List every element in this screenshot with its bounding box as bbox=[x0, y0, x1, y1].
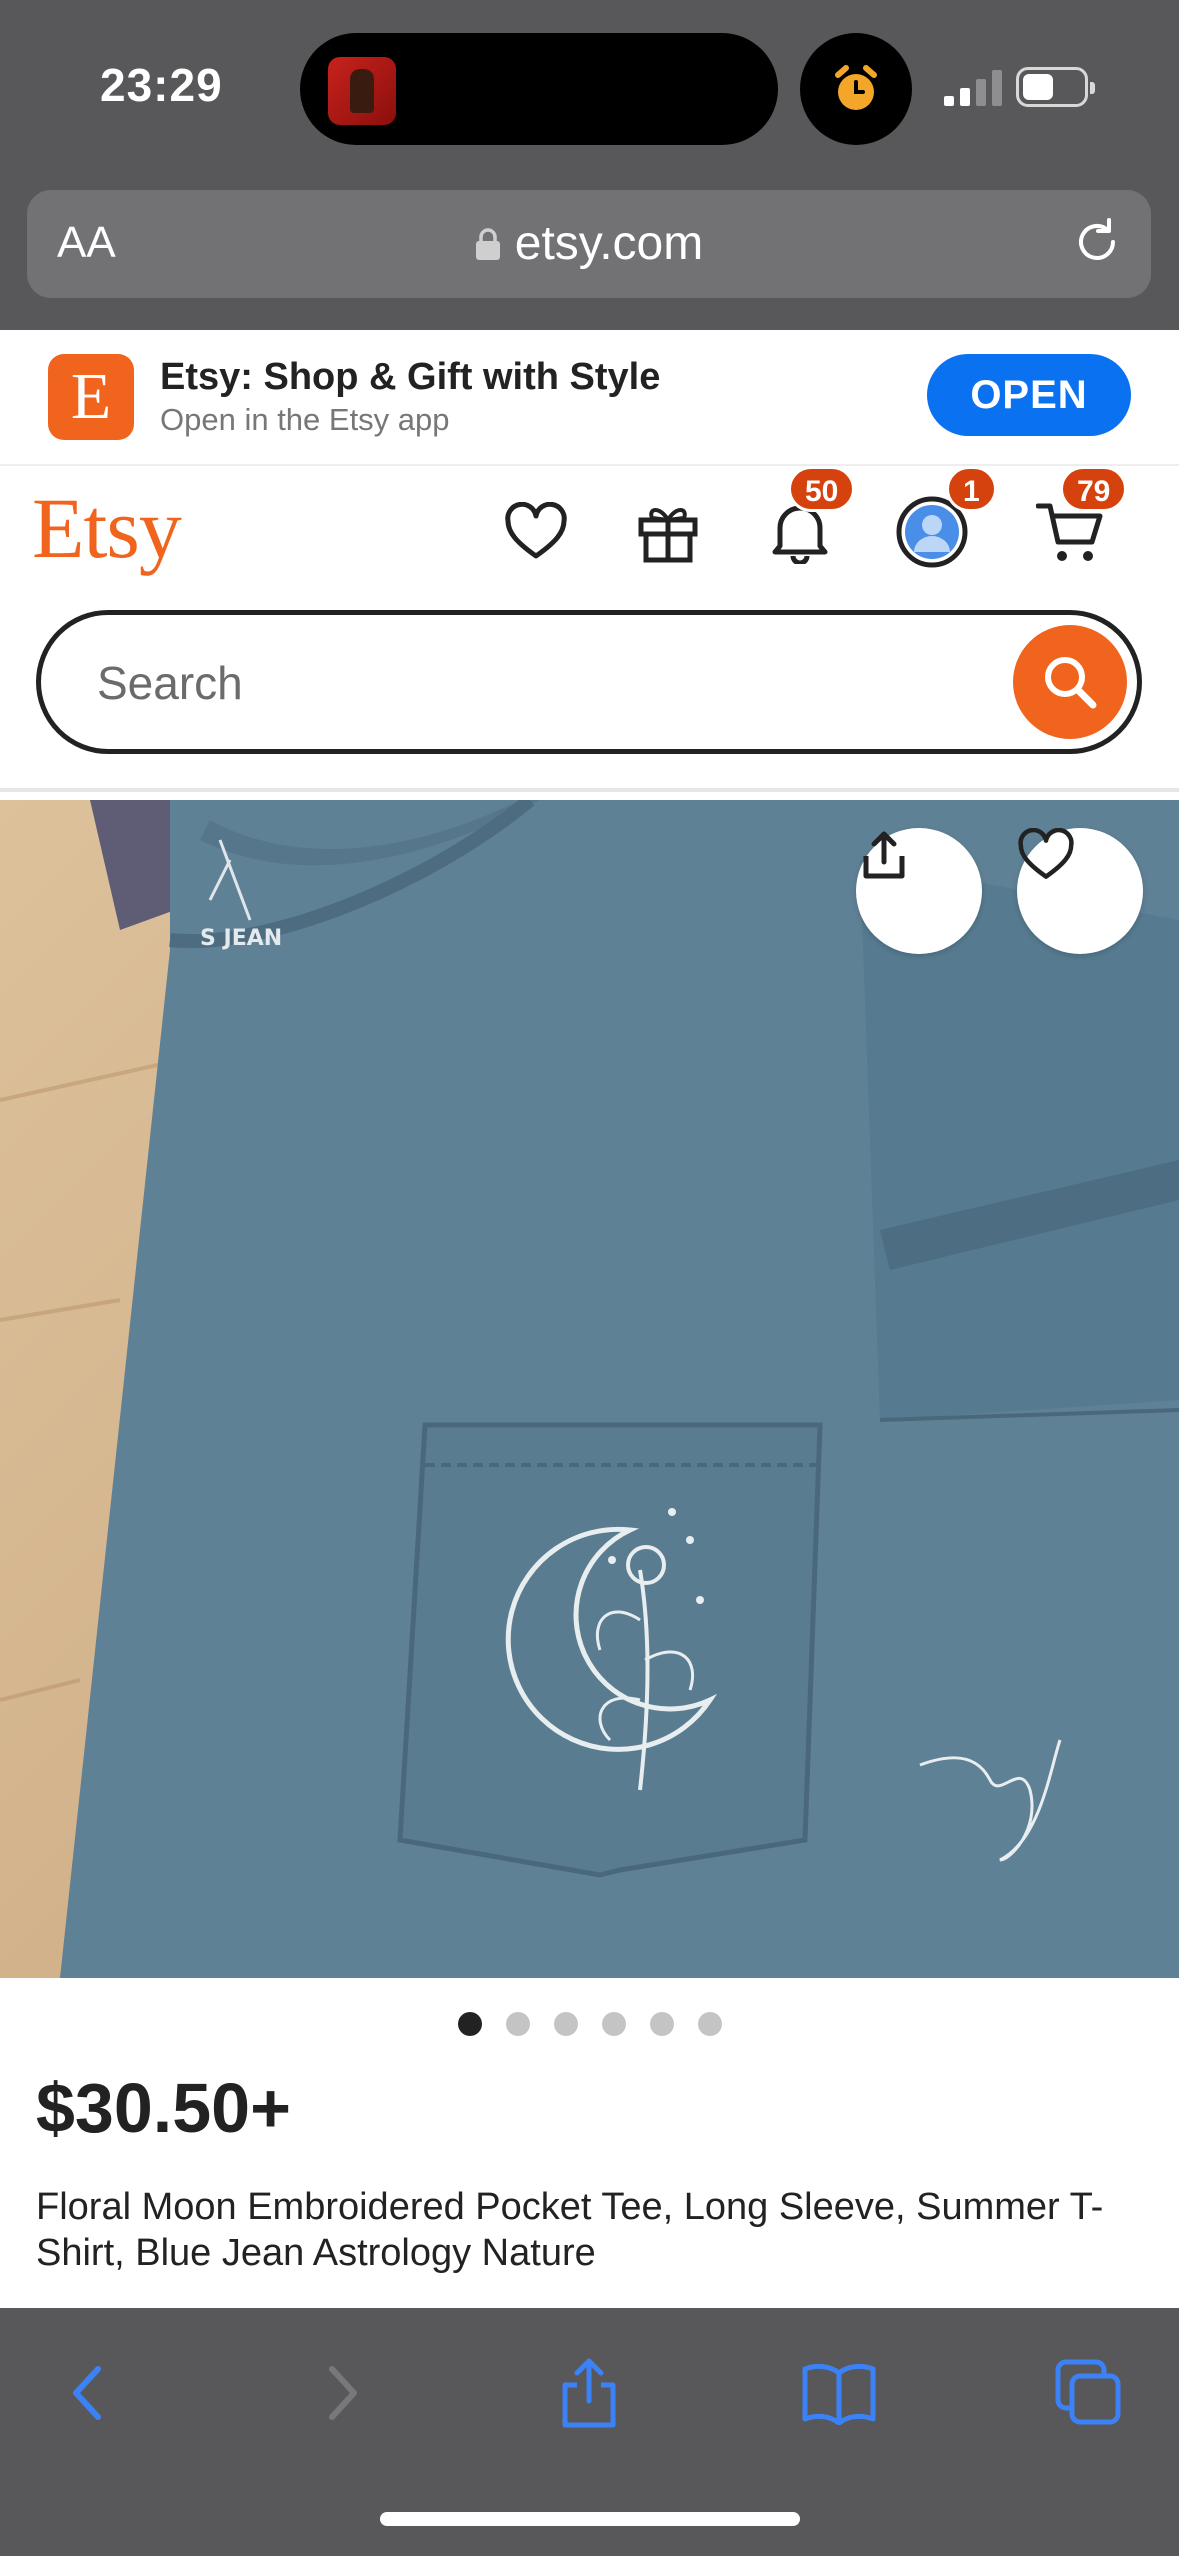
etsy-logo[interactable]: Etsy bbox=[32, 478, 182, 578]
lock-icon bbox=[475, 228, 500, 260]
app-banner-title: Etsy: Shop & Gift with Style bbox=[160, 356, 661, 398]
product-image[interactable]: S JEAN bbox=[0, 800, 1179, 1978]
share-listing-button[interactable] bbox=[856, 828, 982, 954]
back-button[interactable] bbox=[44, 2348, 134, 2438]
account-badge: 1 bbox=[946, 466, 997, 512]
share-button[interactable] bbox=[544, 2348, 634, 2438]
etsy-app-icon: E bbox=[48, 354, 134, 440]
bookmarks-icon bbox=[802, 2363, 876, 2425]
image-carousel-dots bbox=[0, 2012, 1179, 2042]
app-banner-subtitle: Open in the Etsy app bbox=[160, 402, 450, 437]
status-bar: 23:29 bbox=[0, 0, 1179, 180]
smart-app-banner[interactable]: E Etsy: Shop & Gift with Style Open in t… bbox=[0, 330, 1179, 466]
battery-icon bbox=[1016, 67, 1095, 107]
carousel-dot[interactable] bbox=[505, 2012, 530, 2036]
header-divider bbox=[0, 788, 1179, 792]
search-bar bbox=[36, 610, 1142, 754]
heart-icon bbox=[1018, 828, 1074, 879]
product-price: $30.50+ bbox=[36, 2069, 291, 2147]
favorite-listing-button[interactable] bbox=[1017, 828, 1143, 954]
home-indicator[interactable] bbox=[380, 2512, 800, 2526]
reload-icon[interactable] bbox=[1069, 214, 1125, 270]
alarm-icon[interactable] bbox=[800, 33, 912, 145]
tabs-button[interactable] bbox=[1044, 2348, 1134, 2438]
carousel-dot[interactable] bbox=[649, 2012, 674, 2036]
url-display[interactable]: etsy.com bbox=[27, 216, 1151, 271]
heart-icon bbox=[505, 502, 567, 559]
dynamic-island[interactable] bbox=[300, 33, 778, 145]
search-input[interactable] bbox=[97, 645, 957, 721]
favorites-button[interactable] bbox=[500, 496, 572, 568]
tabs-icon bbox=[1055, 2359, 1121, 2425]
product-title: Floral Moon Embroidered Pocket Tee, Long… bbox=[36, 2186, 1104, 2274]
shirt-label-text: S JEAN bbox=[200, 926, 282, 951]
site-header: Etsy 50 1 79 bbox=[0, 466, 1179, 586]
url-text: etsy.com bbox=[514, 217, 704, 270]
forward-button[interactable] bbox=[296, 2348, 386, 2438]
open-app-button[interactable]: OPEN bbox=[927, 354, 1131, 436]
cart-badge: 79 bbox=[1060, 466, 1128, 512]
bookmarks-button[interactable] bbox=[794, 2348, 884, 2438]
carousel-dot[interactable] bbox=[457, 2012, 482, 2036]
gift-icon bbox=[638, 508, 698, 563]
back-icon bbox=[73, 2366, 101, 2420]
carousel-dot[interactable] bbox=[697, 2012, 722, 2036]
status-time: 23:29 bbox=[100, 59, 223, 111]
forward-icon bbox=[329, 2366, 357, 2420]
share-icon bbox=[562, 2358, 616, 2428]
carousel-dot[interactable] bbox=[601, 2012, 626, 2036]
gift-button[interactable] bbox=[632, 496, 704, 568]
now-playing-art[interactable] bbox=[328, 57, 396, 125]
share-icon bbox=[863, 831, 905, 879]
web-page: E Etsy: Shop & Gift with Style Open in t… bbox=[0, 330, 1179, 2308]
search-icon bbox=[1045, 657, 1097, 709]
notifications-badge: 50 bbox=[788, 466, 856, 512]
search-button[interactable] bbox=[1013, 625, 1127, 739]
signal-icon bbox=[944, 70, 1002, 106]
address-bar[interactable]: AA etsy.com bbox=[27, 190, 1151, 298]
carousel-dot[interactable] bbox=[553, 2012, 578, 2036]
